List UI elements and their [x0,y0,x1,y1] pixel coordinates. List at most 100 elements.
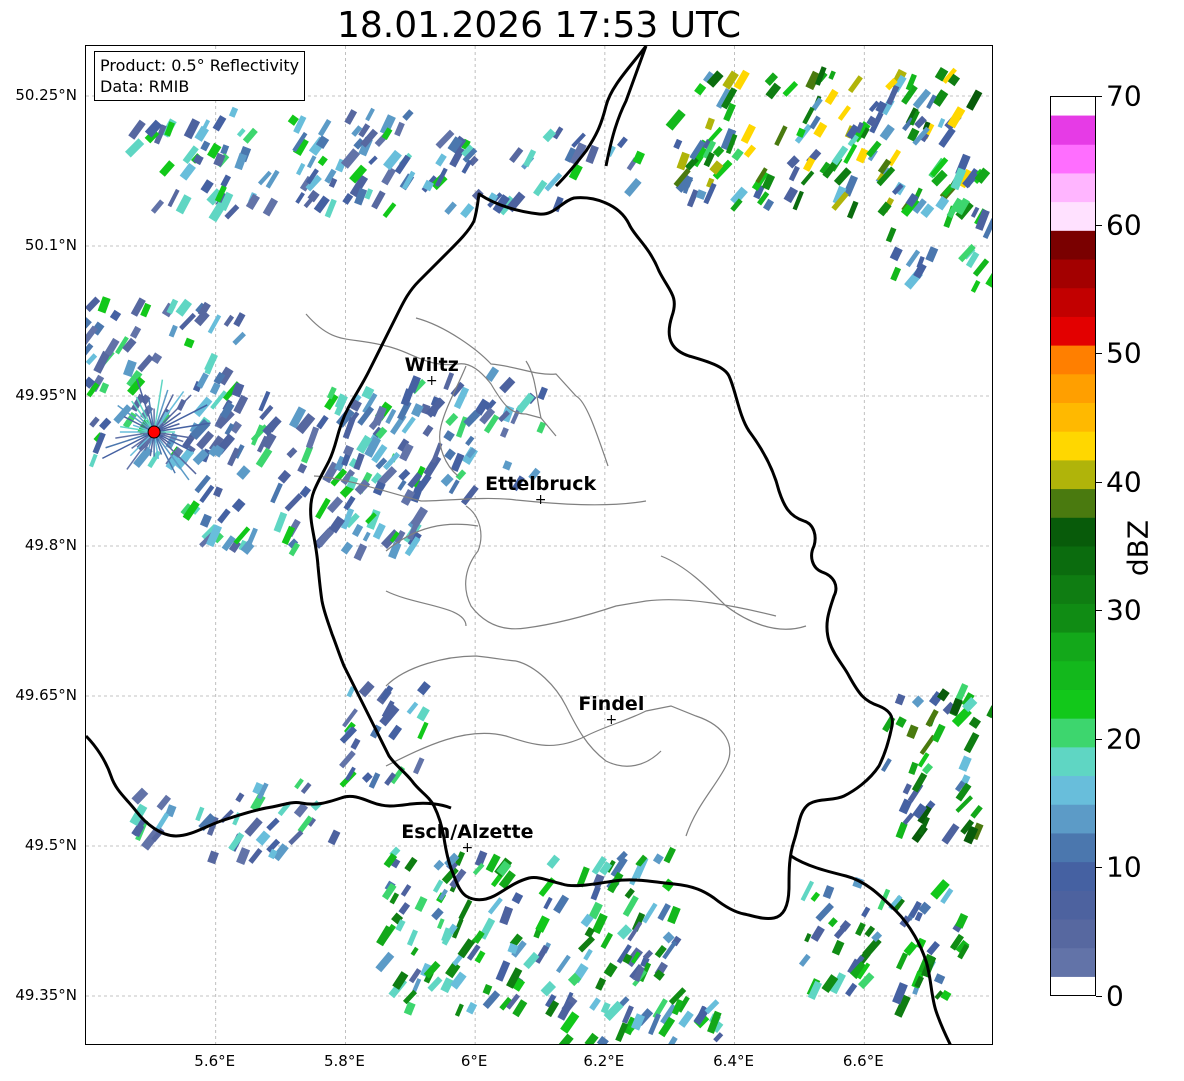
lat-tick-label: 50.25°N [15,86,77,104]
echo-cell [846,200,859,219]
colorbar-tick [1096,224,1102,226]
echo-cell [444,448,456,461]
radar-map[interactable]: + Wiltz + Ettelbruck + Findel + Esch/Alzette [85,45,993,1045]
echo-cell [911,695,925,708]
echo-cell [400,884,412,897]
echo-cell [406,701,419,715]
colorbar-segment [1051,632,1095,662]
echo-cell [810,891,821,902]
echo-cell [970,280,981,293]
colorbar-segment [1051,201,1095,231]
lat-tick-label: 49.5°N [24,836,77,854]
cities-layer: +Wiltz+Ettelbruck+Findel+Esch/Alzette [401,354,644,856]
echo-cell [589,997,601,1011]
colorbar-tick [1096,96,1102,97]
echo-cell [402,989,418,1005]
lon-tick-label: 6.2°E [583,1052,625,1070]
echo-cell [416,706,430,722]
lat-tick-label: 49.8°N [24,536,77,554]
echo-cell [465,435,475,446]
echo-cell [350,738,361,750]
echo-cell [417,681,431,696]
echo-cell [584,1032,599,1044]
echo-cell [433,859,445,871]
echo-cell [358,680,375,698]
lon-tick-label: 5.8°E [324,1052,365,1070]
city-label-findel: Findel [578,693,644,715]
echo-cell [167,188,180,208]
echo-cell [327,829,341,846]
echo-cell [398,902,411,915]
colorbar-segment [1051,775,1095,805]
echo-cell [353,543,368,561]
echo-cell [553,894,570,914]
echo-cell [861,906,871,918]
echo-cell [150,199,165,214]
echo-cell [546,854,561,869]
colorbar-segment [1051,230,1095,260]
echo-cell [885,227,897,243]
colorbar-segment [1051,259,1095,289]
echo-cell [445,412,459,427]
colorbar-tick-label: 20 [1106,722,1142,756]
echo-cell [431,907,444,921]
echo-cell [435,153,447,167]
echo-cell [804,933,812,943]
echo-cell [199,513,212,528]
echo-cell [381,167,397,186]
colorbar-segment [1051,746,1095,777]
echo-cell [344,109,358,125]
city-label-ettelbruck: Ettelbruck [485,473,596,495]
border-luxembourg [309,192,894,920]
lat-tick-label: 50.1°N [24,236,77,254]
echo-cell [894,693,906,706]
colorbar-tick-label: 10 [1106,850,1142,884]
colorbar-segment [1051,431,1095,461]
echo-cell [414,896,428,912]
echo-cell [908,761,919,776]
echo-cell [351,523,364,538]
echo-cell [487,897,503,915]
echo-cell [89,416,100,428]
echo-cell [231,382,245,398]
echo-cell [740,123,756,144]
echo-cell [555,954,571,974]
echo-cell [603,962,618,978]
echo-cell [902,783,912,795]
colorbar-tick [1096,481,1102,483]
echo-cell [938,127,956,148]
echo-cell [458,899,473,921]
radar-site-marker [147,425,161,439]
district-boundary-clervaux [415,317,609,467]
echo-cell [288,830,304,846]
echo-cell [815,902,834,922]
echo-cell [368,155,378,165]
echo-cell [553,1033,574,1044]
echo-cell [422,424,434,437]
echo-cell [895,716,907,728]
colorbar-segment [1051,890,1095,920]
echo-cell [595,977,607,991]
city-label-esch-alzette: Esch/Alzette [401,821,533,843]
echo-cell [295,192,305,204]
colorbar-segment [1051,947,1095,977]
echo-cell [235,792,245,803]
echo-cell [890,266,902,282]
echo-cell [273,511,288,533]
echo-cell [731,148,744,162]
colorbar-segment [1051,172,1095,203]
echo-cell [460,484,479,506]
echo-cell [822,885,835,900]
district-boundaries [305,313,807,837]
echo-cell [509,147,524,164]
colorbar-tick-label: 0 [1106,979,1124,1013]
echo-cell [317,119,332,137]
echo-cell [175,194,192,215]
echo-cell [824,88,839,106]
echo-cell [398,468,411,481]
map-title: 18.01.2026 17:53 UTC [336,5,742,46]
echo-cell [388,724,403,741]
echo-cell [168,324,178,338]
echo-cell [255,830,271,846]
echo-cell [958,755,972,772]
